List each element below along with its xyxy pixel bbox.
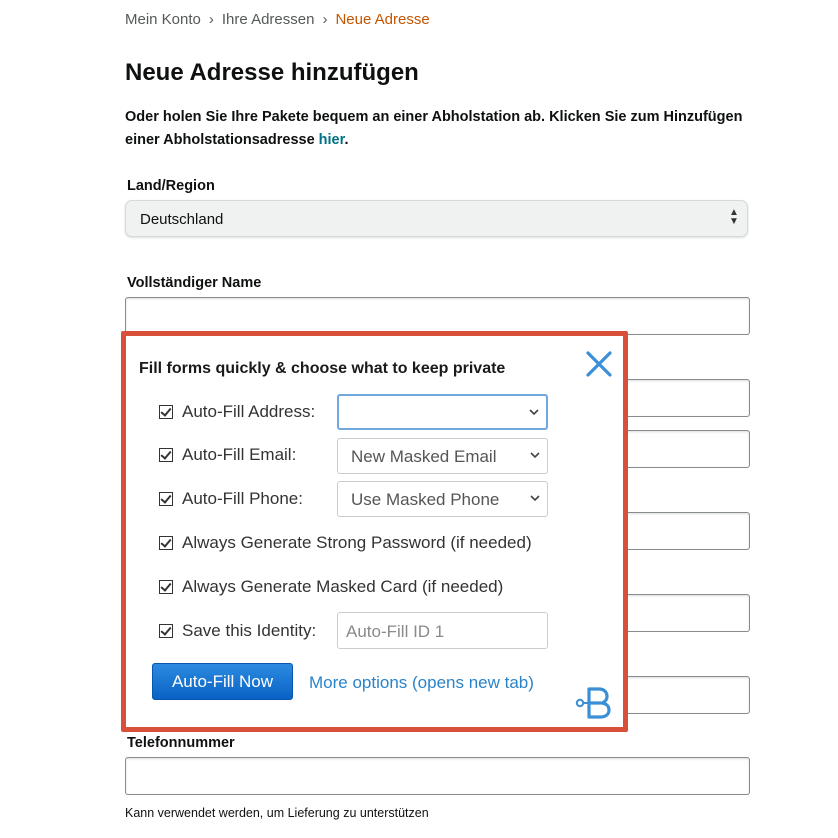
autofill-address-label: Auto-Fill Address: [182, 402, 316, 421]
masked-card-row: Always Generate Masked Card (if needed) [159, 572, 503, 602]
autofill-popup: Fill forms quickly & choose what to keep… [121, 331, 628, 732]
country-value: Deutschland [140, 211, 224, 228]
select-arrows-icon: ▲ ▼ [729, 207, 739, 227]
autofill-address-row: Auto-Fill Address: [159, 397, 315, 427]
save-identity-row: Save this Identity: [159, 616, 316, 646]
autofill-email-checkbox[interactable] [159, 448, 173, 462]
breadcrumb-separator: › [322, 11, 328, 28]
name-label: Vollständiger Name [127, 275, 262, 291]
identity-name-placeholder: Auto-Fill ID 1 [346, 622, 445, 641]
strong-password-row: Always Generate Strong Password (if need… [159, 528, 532, 558]
phone-select-value: Use Masked Phone [351, 490, 500, 509]
email-select[interactable]: New Masked Email [337, 438, 548, 474]
address-select[interactable] [337, 394, 548, 430]
autofill-email-row: Auto-Fill Email: [159, 440, 296, 470]
autofill-address-checkbox[interactable] [159, 405, 173, 419]
pickup-link[interactable]: hier [319, 132, 345, 148]
pickup-intro-text: Oder holen Sie Ihre Pakete bequem an ein… [125, 109, 743, 148]
masked-card-checkbox[interactable] [159, 580, 173, 594]
country-label: Land/Region [127, 178, 215, 194]
chevron-down-icon [530, 452, 540, 459]
close-icon[interactable] [583, 348, 615, 380]
more-options-link[interactable]: More options (opens new tab) [309, 673, 534, 693]
chevron-down-icon [529, 409, 539, 416]
popup-title: Fill forms quickly & choose what to keep… [139, 360, 506, 377]
chevron-down-icon [530, 495, 540, 502]
blur-logo-icon [575, 687, 611, 719]
strong-password-checkbox[interactable] [159, 536, 173, 550]
breadcrumb-my-account[interactable]: Mein Konto [125, 11, 201, 28]
strong-password-label: Always Generate Strong Password (if need… [182, 533, 532, 552]
identity-name-input[interactable]: Auto-Fill ID 1 [337, 612, 548, 649]
breadcrumb: Mein Konto › Ihre Adressen › Neue Adresse [125, 11, 430, 28]
phone-hint: Kann verwendet werden, um Lieferung zu u… [125, 806, 429, 820]
pickup-intro-end: . [344, 132, 349, 148]
phone-label: Telefonnummer [127, 735, 235, 751]
masked-card-label: Always Generate Masked Card (if needed) [182, 577, 504, 596]
email-select-value: New Masked Email [351, 447, 497, 466]
phone-input[interactable] [125, 757, 750, 795]
name-input[interactable] [125, 297, 750, 335]
phone-select[interactable]: Use Masked Phone [337, 481, 548, 517]
breadcrumb-separator: › [208, 11, 214, 28]
country-select[interactable]: Deutschland ▲ ▼ [125, 200, 748, 237]
save-identity-label: Save this Identity: [182, 621, 317, 640]
autofill-phone-label: Auto-Fill Phone: [182, 489, 303, 508]
autofill-email-label: Auto-Fill Email: [182, 445, 297, 464]
autofill-now-button[interactable]: Auto-Fill Now [152, 663, 293, 700]
save-identity-checkbox[interactable] [159, 624, 173, 638]
autofill-phone-row: Auto-Fill Phone: [159, 484, 303, 514]
autofill-phone-checkbox[interactable] [159, 492, 173, 506]
page-title: Neue Adresse hinzufügen [125, 59, 419, 86]
breadcrumb-addresses[interactable]: Ihre Adressen [222, 11, 315, 28]
pickup-intro: Oder holen Sie Ihre Pakete bequem an ein… [125, 106, 745, 152]
breadcrumb-current: Neue Adresse [335, 11, 430, 28]
